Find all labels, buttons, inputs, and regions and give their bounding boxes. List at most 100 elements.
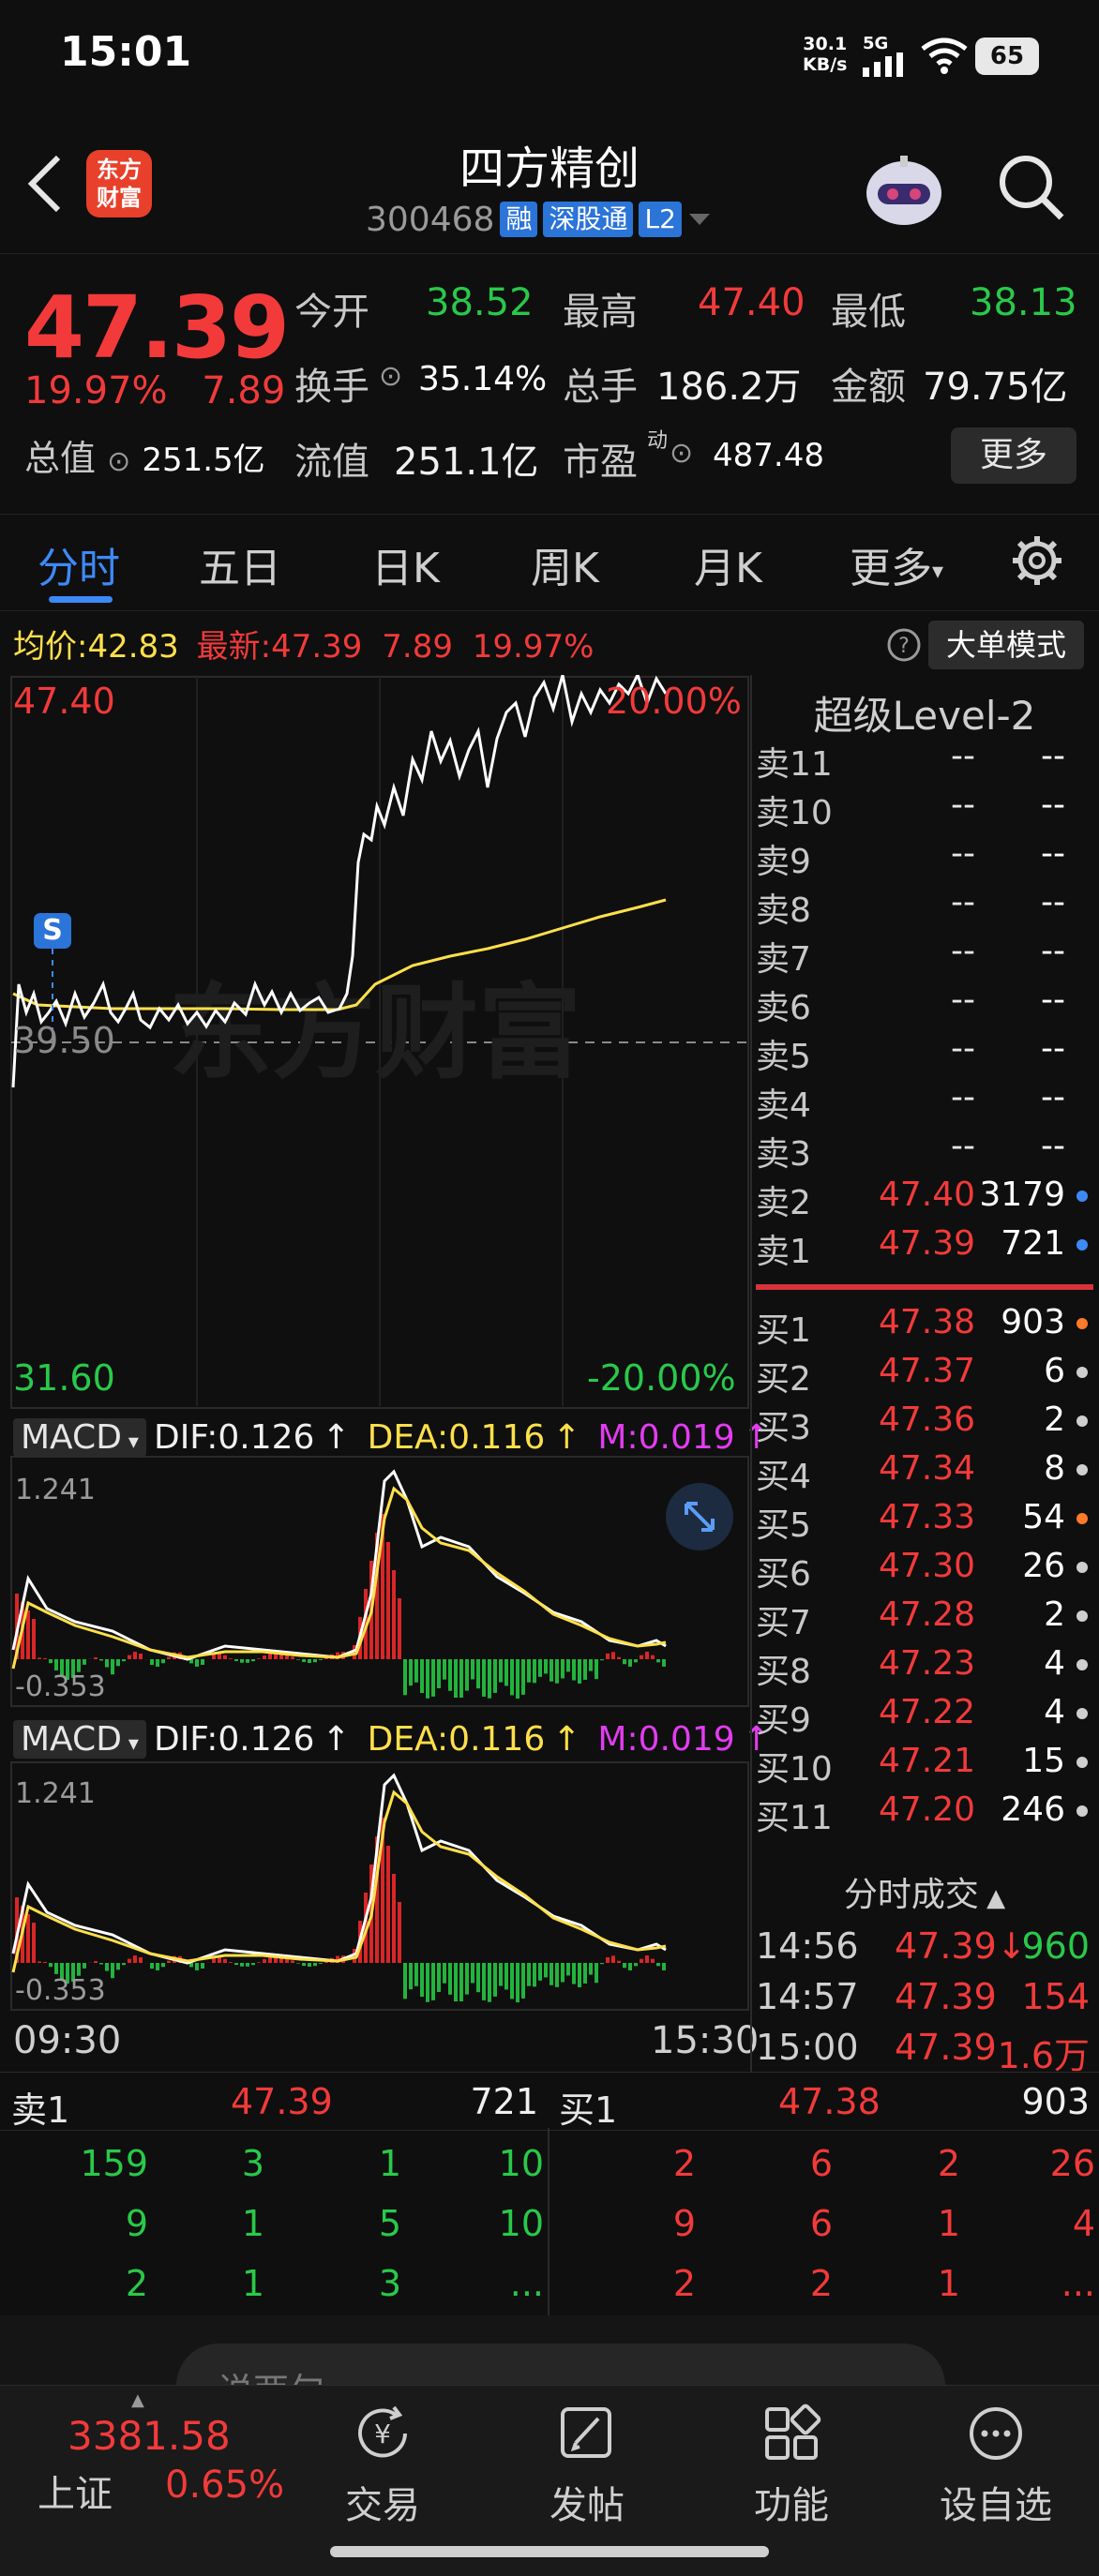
bid-row[interactable]: 买3 47.36 2 <box>756 1400 1093 1449</box>
bid-dot-indicator <box>1076 1757 1088 1768</box>
tab-daily-k[interactable]: 日K <box>371 534 440 594</box>
ask-row[interactable]: 卖7 -- -- <box>756 932 1093 981</box>
ask-row[interactable]: 卖10 -- -- <box>756 786 1093 834</box>
macd-histogram-bar <box>504 1963 508 1990</box>
ticks-title[interactable]: 分时成交 ▲ <box>750 1867 1099 1916</box>
robot-assistant-icon[interactable] <box>859 150 949 229</box>
macd2-selector[interactable]: MACD ▾ <box>13 1719 146 1759</box>
nav-trade[interactable]: ¥ 交易 <box>308 2389 458 2529</box>
bid-row[interactable]: 买9 47.22 4 <box>756 1693 1093 1742</box>
macd1-selector[interactable]: MACD ▾ <box>13 1417 146 1457</box>
bid-row[interactable]: 买8 47.23 4 <box>756 1644 1093 1693</box>
macd-histogram-bar <box>555 1963 559 1987</box>
info-dot-icon[interactable]: ⊙ <box>107 445 130 478</box>
net-speed-unit: KB/s <box>803 54 848 75</box>
stock-code: 300468 <box>366 200 495 239</box>
ask-row[interactable]: 卖5 -- -- <box>756 1029 1093 1078</box>
macd-histogram-bar <box>482 1659 486 1697</box>
macd-histogram-bar <box>257 1658 261 1659</box>
ask-row[interactable]: 卖4 -- -- <box>756 1078 1093 1127</box>
macd-histogram-bar <box>313 1659 317 1663</box>
macd-histogram-bar <box>656 1659 660 1663</box>
macd-histogram-bar <box>386 1846 390 1963</box>
ask-row[interactable]: 卖9 -- -- <box>756 834 1093 883</box>
active-tab-indicator <box>49 596 113 603</box>
macd-histogram-bar <box>398 1598 401 1659</box>
stock-code-row[interactable]: 300468 融 深股通 L2 <box>366 199 712 240</box>
bid-level-label: 买2 <box>756 1360 811 1399</box>
tab-monthly-k[interactable]: 月K <box>694 534 762 594</box>
net-speed-value: 30.1 <box>803 34 848 54</box>
home-indicator[interactable] <box>330 2546 769 2557</box>
ask-price: -- <box>951 1127 975 1165</box>
macd-histogram-bar <box>431 1659 435 1697</box>
sell_grid-cell: 159 <box>80 2143 148 2184</box>
macd-histogram-bar <box>319 1659 323 1660</box>
ask-row[interactable]: 卖1 47.39 721 <box>756 1224 1093 1273</box>
nav-functions[interactable]: 功能 <box>716 2389 866 2529</box>
sell_grid-cell: 1 <box>241 2263 264 2304</box>
bid-price: 47.30 <box>878 1547 975 1585</box>
tab-intraday[interactable]: 分时 <box>38 534 120 594</box>
bid-row[interactable]: 买10 47.21 15 <box>756 1742 1093 1790</box>
macd-histogram-bar <box>38 1657 41 1659</box>
macd-histogram-bar <box>167 1656 171 1659</box>
orderbook-title[interactable]: 超级Level-2 <box>750 684 1099 741</box>
macd-histogram-bar <box>122 1659 126 1662</box>
macd-histogram-bar <box>291 1960 294 1963</box>
bid-volume: 15 <box>1022 1742 1065 1780</box>
macd-histogram-bar <box>111 1963 114 1979</box>
bid-row[interactable]: 买5 47.33 54 <box>756 1498 1093 1547</box>
macd-histogram-bar <box>499 1963 503 1986</box>
settings-gear-icon[interactable] <box>1009 532 1065 589</box>
sell_grid-cell: 10 <box>498 2143 544 2184</box>
bid-row[interactable]: 买11 47.20 246 <box>756 1790 1093 1839</box>
macd-histogram-bar <box>240 1659 244 1663</box>
index-value[interactable]: 3381.58 <box>68 2413 231 2459</box>
macd1-caret-icon: ▾ <box>121 1430 139 1454</box>
bid-row[interactable]: 买7 47.28 2 <box>756 1595 1093 1644</box>
ask-price: -- <box>951 786 975 824</box>
macd-histogram-bar <box>156 1963 159 1970</box>
low-value: 38.13 <box>970 281 1077 324</box>
bid-price: 47.23 <box>878 1644 975 1683</box>
ask-row[interactable]: 卖6 -- -- <box>756 981 1093 1029</box>
macd-histogram-bar <box>392 1874 396 1963</box>
intraday-chart[interactable]: 东方财富 S <box>0 675 750 2025</box>
bid-row[interactable]: 买1 47.38 903 <box>756 1303 1093 1352</box>
macd2-dif-arrow: ↑ <box>322 1719 351 1759</box>
macd-histogram-bar <box>640 1655 643 1659</box>
ask-row[interactable]: 卖2 47.40 3179 <box>756 1176 1093 1224</box>
nav-add-watchlist[interactable]: 设自选 <box>921 2389 1071 2529</box>
tab-more[interactable]: 更多▾ <box>850 534 943 594</box>
expand-icon[interactable] <box>664 1481 735 1552</box>
bid-level-label: 买8 <box>756 1653 811 1691</box>
dropdown-icon[interactable] <box>687 210 712 229</box>
pe-value: 487.48 <box>713 437 824 474</box>
search-icon[interactable] <box>996 152 1067 223</box>
bid-row[interactable]: 买4 47.34 8 <box>756 1449 1093 1498</box>
bid-row[interactable]: 买6 47.30 26 <box>756 1547 1093 1595</box>
tab-five-day[interactable]: 五日 <box>199 534 281 594</box>
ask-row[interactable]: 卖8 -- -- <box>756 883 1093 932</box>
bid-volume: 26 <box>1022 1547 1065 1585</box>
buy_grid-cell: 26 <box>1049 2143 1095 2184</box>
macd-histogram-bar <box>459 1963 463 2001</box>
macd-histogram-bar <box>544 1963 548 1978</box>
big-order-mode-button[interactable]: 大单模式 <box>928 621 1084 669</box>
ask-row[interactable]: 卖3 -- -- <box>756 1127 1093 1176</box>
current-price: 47.39 <box>24 277 290 378</box>
turnover-info-icon[interactable]: ⊙ <box>379 360 402 393</box>
depth-sell-vol: 721 <box>470 2081 538 2122</box>
macd-histogram-bar <box>611 1652 615 1659</box>
macd-histogram-bar <box>414 1963 418 1986</box>
more-button[interactable]: 更多 <box>951 427 1076 484</box>
macd-histogram-bar <box>578 1659 581 1684</box>
bid-row[interactable]: 买2 47.37 6 <box>756 1352 1093 1400</box>
ask-row[interactable]: 卖11 -- -- <box>756 737 1093 786</box>
nav-post[interactable]: 发帖 <box>512 2389 662 2529</box>
macd-histogram-bar <box>234 1963 238 1966</box>
tab-weekly-k[interactable]: 周K <box>531 534 599 594</box>
help-icon[interactable]: ? <box>885 626 923 664</box>
pe-info-icon[interactable]: ⊙ <box>670 437 693 470</box>
